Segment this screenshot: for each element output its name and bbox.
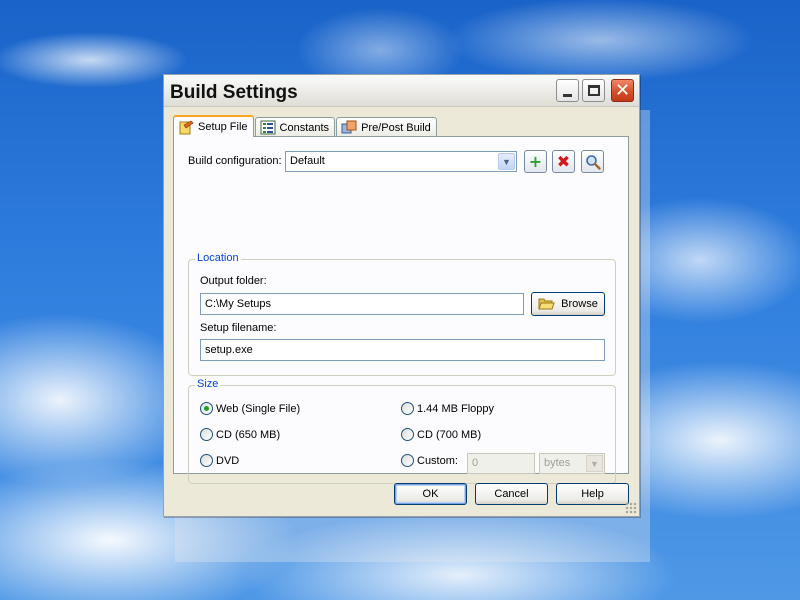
constants-icon xyxy=(260,120,276,135)
tab-pre-post-build-label: Pre/Post Build xyxy=(361,121,431,134)
radio-button[interactable] xyxy=(401,402,414,415)
size-option-web[interactable]: Web (Single File) xyxy=(200,402,300,415)
tab-constants[interactable]: Constants xyxy=(254,117,336,137)
tab-setup-file[interactable]: Setup File xyxy=(173,115,254,137)
tab-constants-label: Constants xyxy=(279,121,330,134)
size-option-dvd[interactable]: DVD xyxy=(200,454,239,467)
size-option-label: CD (700 MB) xyxy=(417,428,482,441)
pre-post-build-icon xyxy=(341,120,357,134)
browse-button[interactable]: Browse xyxy=(531,292,605,316)
output-folder-value: C:\My Setups xyxy=(205,298,272,310)
custom-size-unit-value: bytes xyxy=(544,457,571,469)
size-option-custom[interactable]: Custom: xyxy=(401,454,458,467)
size-legend: Size xyxy=(195,378,221,390)
search-configuration-button[interactable] xyxy=(581,150,604,173)
cancel-button[interactable]: Cancel xyxy=(475,483,548,505)
minimize-button[interactable] xyxy=(556,79,579,102)
chevron-down-icon[interactable]: ▼ xyxy=(586,455,603,472)
help-button[interactable]: Help xyxy=(556,483,629,505)
delete-icon: ✖ xyxy=(556,151,571,171)
output-folder-input[interactable]: C:\My Setups xyxy=(200,293,524,315)
ok-button[interactable]: OK xyxy=(394,483,467,505)
window-title: Build Settings xyxy=(170,82,298,103)
build-configuration-select[interactable]: Default ▼ xyxy=(285,151,517,172)
size-option-cd-650[interactable]: CD (650 MB) xyxy=(200,428,280,441)
chevron-down-icon[interactable]: ▼ xyxy=(498,153,515,170)
delete-configuration-button[interactable]: ✖ xyxy=(552,150,575,173)
size-option-floppy[interactable]: 1.44 MB Floppy xyxy=(401,402,494,415)
build-settings-dialog: Build Settings ✕ Setup File Constants Pr… xyxy=(163,74,640,517)
radio-selected-dot xyxy=(204,406,209,411)
setup-filename-label: Setup filename: xyxy=(200,322,277,334)
size-option-label: CD (650 MB) xyxy=(216,428,281,441)
location-group: Location Output folder: C:\My Setups Bro… xyxy=(188,252,616,376)
title-bar[interactable]: Build Settings ✕ xyxy=(164,75,639,107)
tab-pre-post-build[interactable]: Pre/Post Build xyxy=(336,117,437,137)
radio-button[interactable] xyxy=(200,454,213,467)
maximize-icon xyxy=(587,85,600,96)
radio-button[interactable] xyxy=(200,402,213,415)
setup-filename-input[interactable]: setup.exe xyxy=(200,339,605,361)
build-configuration-value: Default xyxy=(290,155,325,167)
add-configuration-button[interactable]: + xyxy=(524,150,547,173)
radio-button[interactable] xyxy=(200,428,213,441)
custom-size-value: 0 xyxy=(472,457,479,469)
close-button[interactable]: ✕ xyxy=(611,79,634,102)
size-option-label: DVD xyxy=(216,454,240,467)
radio-button[interactable] xyxy=(401,454,414,467)
radio-button[interactable] xyxy=(401,428,414,441)
size-option-label: 1.44 MB Floppy xyxy=(417,402,495,415)
custom-size-input[interactable]: 0 xyxy=(467,453,535,474)
resize-grip[interactable] xyxy=(625,502,637,514)
setup-file-icon xyxy=(179,120,194,134)
tab-strip: Setup File Constants Pre/Post Build xyxy=(173,115,438,137)
browse-label: Browse xyxy=(561,298,598,310)
output-folder-label: Output folder: xyxy=(200,275,267,287)
folder-open-icon xyxy=(538,298,555,310)
custom-size-unit-select[interactable]: bytes ▼ xyxy=(539,453,605,474)
location-legend: Location xyxy=(195,252,241,264)
tab-panel-setup-file: Build configuration: Default ▼ + ✖ Locat… xyxy=(173,136,629,484)
setup-filename-value: setup.exe xyxy=(205,344,253,356)
search-icon xyxy=(585,154,601,170)
close-icon: ✕ xyxy=(614,79,631,101)
size-option-cd-700[interactable]: CD (700 MB) xyxy=(401,428,481,441)
add-icon: + xyxy=(528,151,543,171)
maximize-button[interactable] xyxy=(582,79,605,102)
size-group: Size Web (Single File) 1.44 MB Floppy CD… xyxy=(188,378,616,484)
tab-setup-file-label: Setup File xyxy=(198,121,248,133)
size-option-label: Custom: xyxy=(417,454,458,467)
minimize-icon xyxy=(563,94,572,97)
size-option-label: Web (Single File) xyxy=(216,402,301,415)
build-configuration-label: Build configuration: xyxy=(188,155,282,167)
